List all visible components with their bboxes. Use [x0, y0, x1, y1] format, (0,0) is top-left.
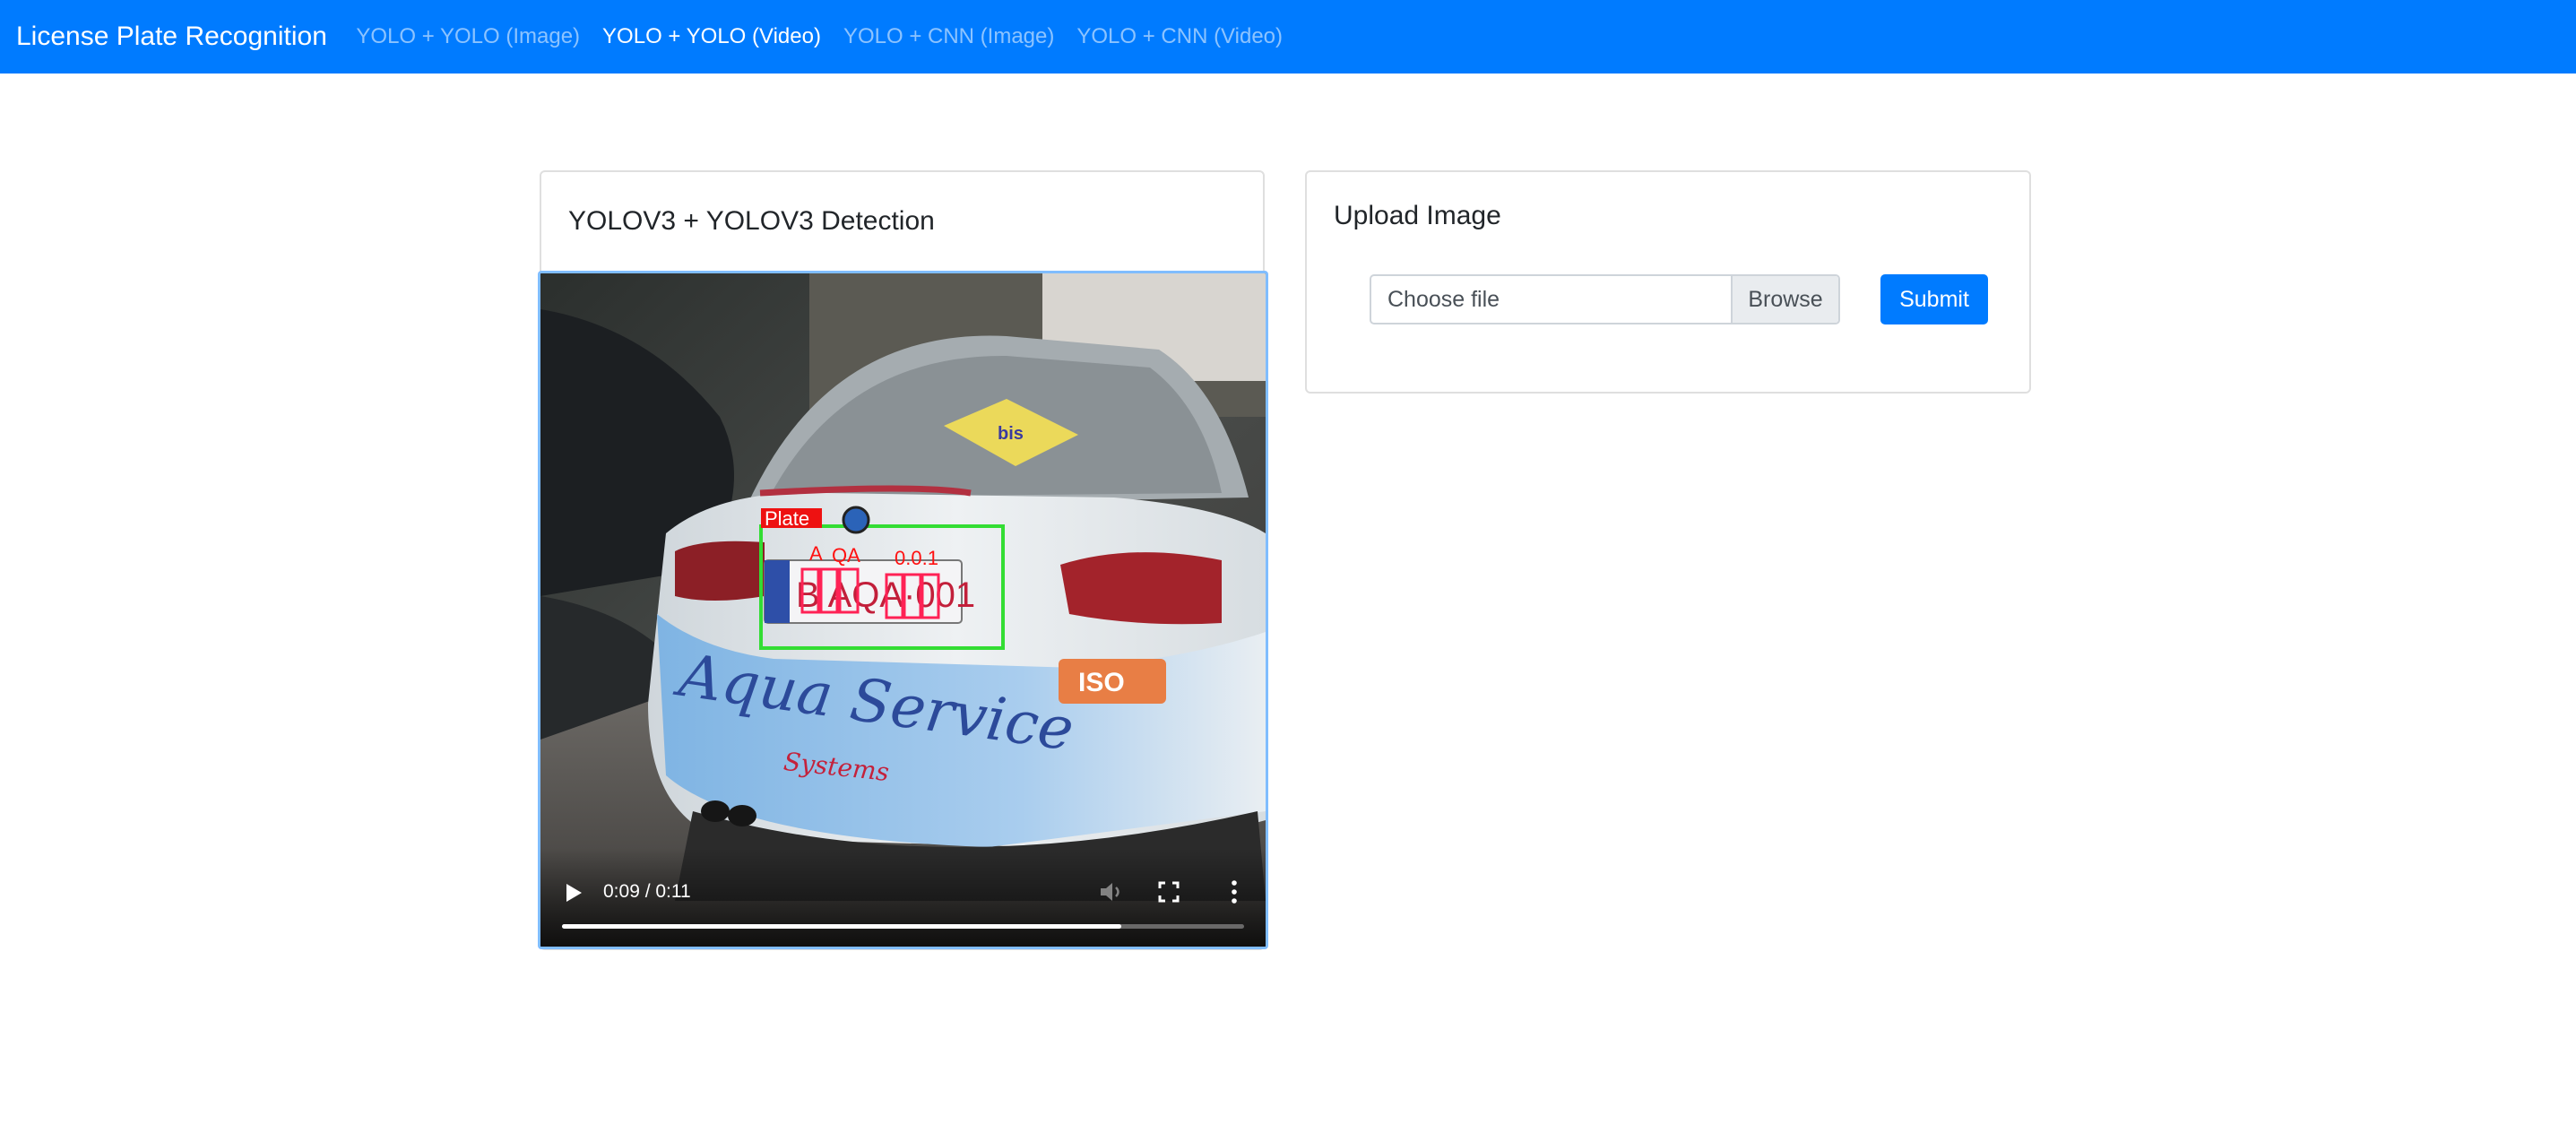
nav-link-yolo-cnn-video[interactable]: YOLO + CNN (Video)	[1066, 24, 1294, 49]
video-frame-image: bis ISO Aqua Service Systems B AQA·001 A…	[540, 273, 1266, 947]
char-label-qa: QA	[832, 544, 860, 567]
char-label-a: A	[809, 542, 823, 565]
upload-card-title: Upload Image	[1334, 201, 1501, 230]
char-label-001: 0.0.1	[895, 547, 938, 569]
video-controls: 0:09 / 0:11	[540, 848, 1266, 947]
volume-icon[interactable]	[1099, 880, 1124, 904]
browse-button[interactable]: Browse	[1731, 276, 1838, 323]
nav-links: YOLO + YOLO (Image) YOLO + YOLO (Video) …	[345, 24, 1294, 49]
video-progress-bar[interactable]	[562, 924, 1244, 929]
sticker-text: bis	[998, 424, 1024, 444]
submit-button[interactable]: Submit	[1880, 274, 1988, 324]
navbar-brand[interactable]: License Plate Recognition	[16, 22, 327, 52]
upload-card: Upload Image Choose file Browse Submit	[1305, 170, 2031, 394]
detection-card-title: YOLOV3 + YOLOV3 Detection	[541, 172, 1263, 273]
navbar: License Plate Recognition YOLO + YOLO (I…	[0, 0, 2576, 74]
nav-link-yolo-yolo-image[interactable]: YOLO + YOLO (Image)	[345, 24, 592, 49]
nav-link-yolo-yolo-video[interactable]: YOLO + YOLO (Video)	[592, 24, 833, 49]
video-time: 0:09 / 0:11	[603, 881, 691, 902]
video-player[interactable]: bis ISO Aqua Service Systems B AQA·001 A…	[538, 271, 1268, 949]
fullscreen-icon[interactable]	[1158, 881, 1180, 903]
video-progress-fill	[562, 924, 1122, 929]
file-input[interactable]: Choose file Browse	[1370, 274, 1840, 324]
play-icon[interactable]	[564, 882, 583, 904]
file-input-label[interactable]: Choose file	[1371, 276, 1731, 323]
nav-link-yolo-cnn-image[interactable]: YOLO + CNN (Image)	[832, 24, 1065, 49]
badge-text: ISO	[1078, 668, 1125, 697]
plate-detection-label: Plate	[765, 507, 809, 530]
more-icon[interactable]	[1230, 879, 1239, 904]
